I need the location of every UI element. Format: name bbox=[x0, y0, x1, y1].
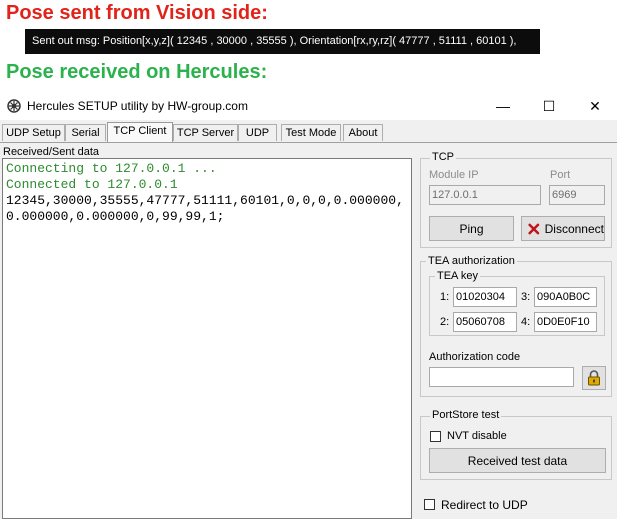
hercules-heading: Pose received on Hercules: bbox=[6, 61, 268, 83]
disconnect-button[interactable]: Disconnect bbox=[521, 216, 605, 241]
log-line-data: 12345,30000,35555,47777,51111,60101,0,0,… bbox=[6, 193, 404, 224]
tab-test-mode[interactable]: Test Mode bbox=[281, 124, 341, 141]
tea-key-label: TEA key bbox=[435, 270, 480, 282]
log-line-connecting: Connecting to 127.0.0.1 ... bbox=[6, 161, 217, 176]
port-label: Port bbox=[550, 169, 571, 181]
received-sent-data-area[interactable]: Connecting to 127.0.0.1 ... Connected to… bbox=[2, 158, 412, 519]
tab-tcp-server[interactable]: TCP Server bbox=[173, 124, 238, 141]
maximize-icon: ☐ bbox=[542, 97, 556, 114]
received-sent-label: Received/Sent data bbox=[3, 146, 100, 158]
minimize-button[interactable]: — bbox=[480, 92, 526, 120]
tea-key-2-label: 2: bbox=[440, 316, 450, 328]
tab-about[interactable]: About bbox=[343, 124, 383, 141]
tea-key-3-field[interactable]: 090A0B0C bbox=[534, 287, 597, 307]
tab-divider bbox=[0, 142, 617, 143]
tea-authorization-label: TEA authorization bbox=[426, 255, 517, 267]
tea-key-3-label: 3: bbox=[521, 291, 531, 303]
tea-key-1-field[interactable]: 01020304 bbox=[453, 287, 517, 307]
tab-serial[interactable]: Serial bbox=[65, 124, 106, 141]
hercules-app-icon bbox=[7, 99, 21, 113]
nvt-disable-label: NVT disable bbox=[447, 430, 507, 442]
maximize-button[interactable]: ☐ bbox=[526, 92, 572, 120]
received-test-data-button[interactable]: Received test data bbox=[429, 448, 606, 473]
redirect-to-udp-label: Redirect to UDP bbox=[441, 498, 528, 512]
close-button[interactable]: ✕ bbox=[572, 92, 617, 120]
port-field[interactable]: 6969 bbox=[549, 185, 605, 205]
disconnect-button-label: Disconnect bbox=[544, 221, 604, 236]
module-ip-label: Module IP bbox=[429, 169, 479, 181]
tea-key-2-field[interactable]: 05060708 bbox=[453, 312, 517, 332]
hercules-window: Hercules SETUP utility by HW-group.com —… bbox=[0, 92, 617, 519]
tab-udp[interactable]: UDP bbox=[238, 124, 277, 141]
ping-button-label: Ping bbox=[459, 221, 484, 236]
tcp-group-label: TCP bbox=[430, 151, 456, 163]
nvt-disable-checkbox[interactable] bbox=[430, 431, 441, 442]
disconnect-x-icon bbox=[528, 223, 540, 234]
tab-tcp-client[interactable]: TCP Client bbox=[107, 122, 173, 142]
authorization-code-field[interactable] bbox=[429, 367, 574, 387]
received-test-data-label: Received test data bbox=[467, 453, 568, 468]
tab-udp-setup[interactable]: UDP Setup bbox=[2, 124, 65, 141]
authorization-code-label: Authorization code bbox=[429, 351, 521, 363]
tea-key-4-label: 4: bbox=[521, 316, 531, 328]
log-line-connected: Connected to 127.0.0.1 bbox=[6, 177, 178, 192]
ping-button[interactable]: Ping bbox=[429, 216, 514, 241]
lock-icon bbox=[588, 370, 600, 386]
title-bar: Hercules SETUP utility by HW-group.com —… bbox=[0, 92, 617, 120]
vision-message-bar: Sent out msg: Position[x,y,z]( 12345 , 3… bbox=[25, 29, 540, 54]
window-title: Hercules SETUP utility by HW-group.com bbox=[27, 99, 248, 113]
minimize-icon: — bbox=[496, 98, 510, 114]
portstore-test-label: PortStore test bbox=[430, 409, 502, 421]
tea-key-1-label: 1: bbox=[440, 291, 450, 303]
module-ip-field[interactable]: 127.0.0.1 bbox=[429, 185, 541, 205]
close-icon: ✕ bbox=[589, 97, 601, 114]
tea-key-4-field[interactable]: 0D0E0F10 bbox=[534, 312, 597, 332]
lock-button[interactable] bbox=[582, 366, 606, 390]
vision-heading: Pose sent from Vision side: bbox=[6, 2, 268, 24]
redirect-to-udp-checkbox[interactable] bbox=[424, 499, 435, 510]
